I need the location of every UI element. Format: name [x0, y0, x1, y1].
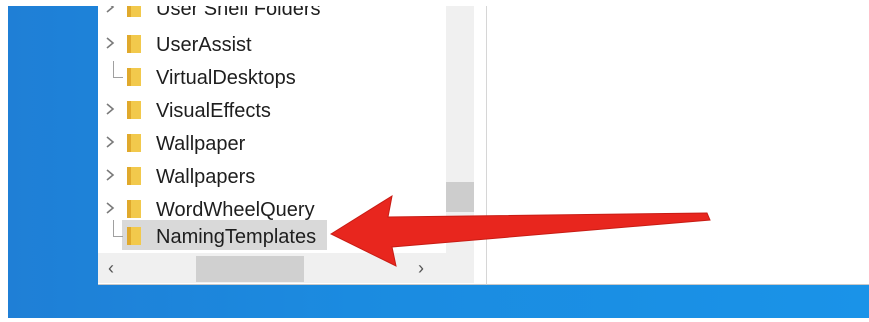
- scroll-left-arrow-icon[interactable]: ‹: [108, 259, 128, 279]
- tree-item-label: NamingTemplates: [156, 226, 317, 248]
- desktop-background: User Shell Folders UserAssist VirtualDes…: [8, 6, 869, 318]
- tree-item-label: Wallpapers: [156, 166, 256, 188]
- chevron-right-icon[interactable]: [104, 168, 118, 182]
- chevron-right-icon[interactable]: [104, 135, 118, 149]
- vertical-scroll-thumb[interactable]: [446, 182, 474, 212]
- tree-item-label: WordWheelQuery: [156, 199, 315, 221]
- folder-icon: [127, 134, 141, 152]
- tree-connector-line: [113, 220, 114, 236]
- tree-connector-line: [113, 236, 123, 237]
- tree-item-label: VisualEffects: [156, 100, 271, 122]
- chevron-right-icon[interactable]: [104, 201, 118, 215]
- tree-connector-line: [113, 77, 123, 78]
- tree-item-label: UserAssist: [156, 34, 252, 56]
- tree-item-label: VirtualDesktops: [156, 67, 296, 89]
- tree-item-namingtemplates[interactable]: NamingTemplates: [98, 220, 446, 252]
- registry-key-tree: User Shell Folders UserAssist VirtualDes…: [98, 6, 446, 253]
- folder-icon: [127, 200, 141, 218]
- tree-item-label: Wallpaper: [156, 133, 246, 155]
- folder-icon: [127, 6, 141, 17]
- tree-item-virtualdesktops[interactable]: VirtualDesktops: [98, 61, 446, 93]
- tree-item-label: User Shell Folders: [156, 6, 321, 20]
- tree-connector-line: [113, 61, 114, 77]
- folder-icon: [127, 68, 141, 86]
- registry-tree-pane: User Shell Folders UserAssist VirtualDes…: [98, 6, 487, 285]
- chevron-right-icon[interactable]: [104, 102, 118, 116]
- folder-icon: [127, 227, 141, 245]
- folder-icon: [127, 101, 141, 119]
- horizontal-scrollbar[interactable]: ‹ ›: [98, 253, 446, 283]
- scroll-right-arrow-icon[interactable]: ›: [418, 259, 438, 279]
- chevron-right-icon[interactable]: [104, 6, 118, 14]
- registry-values-pane[interactable]: [486, 6, 869, 285]
- tree-item-wallpaper[interactable]: Wallpaper: [98, 127, 446, 159]
- folder-icon: [127, 35, 141, 53]
- scrollbar-corner: [446, 253, 474, 283]
- folder-icon: [127, 167, 141, 185]
- tree-item-visualeffects[interactable]: VisualEffects: [98, 94, 446, 126]
- tree-item-wallpapers[interactable]: Wallpapers: [98, 160, 446, 192]
- vertical-scrollbar[interactable]: [446, 6, 474, 253]
- horizontal-scroll-thumb[interactable]: [196, 256, 304, 282]
- tree-item-user-shell-folders[interactable]: User Shell Folders: [98, 6, 446, 24]
- chevron-right-icon[interactable]: [104, 36, 118, 50]
- tree-item-userassist[interactable]: UserAssist: [98, 28, 446, 60]
